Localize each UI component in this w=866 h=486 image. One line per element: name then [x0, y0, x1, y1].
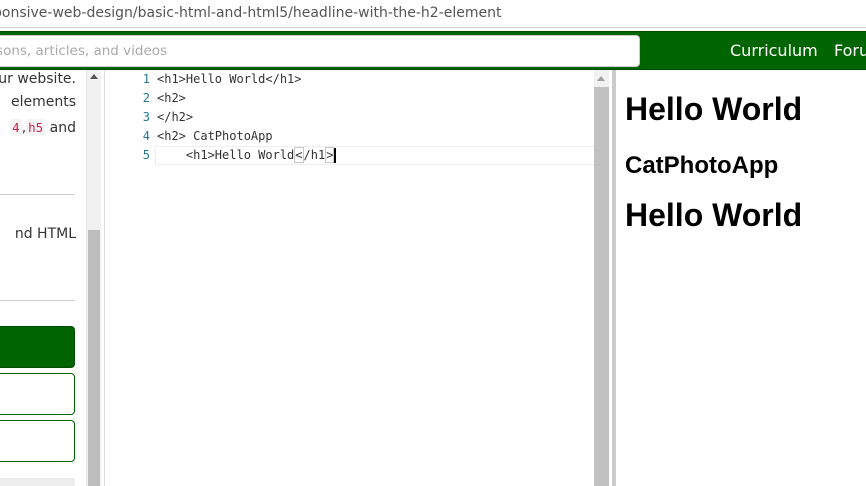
- line-number: 2: [142, 91, 150, 105]
- instruction-text: elements: [10, 94, 76, 110]
- instruction-text: 4, h5 and: [10, 119, 76, 136]
- line-number: 1: [142, 72, 150, 86]
- preview-h1: Hello World: [625, 197, 803, 233]
- instructions-panel: ur website. elements 4, h5 and nd HTML: [0, 70, 86, 486]
- url-text: ponsive-web-design/basic-html-and-html5/…: [0, 5, 502, 21]
- line-number-gutter: 1 2 3 4 5: [105, 70, 151, 486]
- editor-scrollbar[interactable]: [594, 70, 609, 486]
- line-number: 4: [142, 129, 150, 143]
- help-button[interactable]: [0, 420, 75, 462]
- instruction-text: nd HTML: [14, 226, 76, 242]
- line-number: 3: [142, 110, 150, 124]
- scrollbar-thumb[interactable]: [594, 87, 609, 486]
- reset-button[interactable]: [0, 373, 75, 415]
- line-number: 5: [142, 148, 150, 162]
- code-snippet: h5: [26, 119, 46, 136]
- instructions-scrollbar[interactable]: [86, 70, 101, 486]
- code-line[interactable]: <h2>: [157, 89, 186, 108]
- scrollbar-thumb[interactable]: [88, 230, 100, 486]
- scroll-up-icon[interactable]: [597, 76, 605, 81]
- search-input[interactable]: ssons, articles, and videos: [0, 35, 640, 67]
- instruction-text: ur website.: [0, 71, 76, 87]
- text-cursor: [334, 148, 337, 163]
- divider: [0, 300, 75, 301]
- divider: [0, 194, 75, 195]
- nav-link-curriculum[interactable]: Curriculum: [730, 32, 818, 71]
- code-line-active[interactable]: <h1>Hello World</h1>: [157, 146, 337, 165]
- bracket-match: <: [294, 147, 304, 163]
- run-tests-button[interactable]: [0, 326, 75, 368]
- bracket-match: >: [325, 147, 335, 163]
- code-line[interactable]: </h2>: [157, 108, 193, 127]
- preview-pane: Hello World CatPhotoApp Hello World: [616, 70, 866, 486]
- code-line[interactable]: <h2> CatPhotoApp: [157, 127, 273, 146]
- nav-link-forum[interactable]: Foru: [834, 32, 866, 71]
- panel-footer: [0, 478, 75, 486]
- top-nav: ssons, articles, and videos Curriculum F…: [0, 31, 866, 70]
- code-line[interactable]: <h1>Hello World</h1>: [157, 70, 302, 89]
- code-editor[interactable]: 1 2 3 4 5 <h1>Hello World</h1> <h2> </h2…: [104, 70, 595, 486]
- code-text: /h1: [303, 148, 326, 162]
- preview-h2: CatPhotoApp: [625, 152, 779, 179]
- code-snippet: 4: [10, 119, 22, 136]
- preview-h1: Hello World: [625, 91, 803, 127]
- instruction-text: and: [45, 120, 76, 136]
- scroll-up-icon[interactable]: [90, 74, 98, 79]
- search-placeholder: ssons, articles, and videos: [0, 43, 168, 59]
- browser-url-bar[interactable]: ponsive-web-design/basic-html-and-html5/…: [0, 0, 866, 28]
- code-text: <h1>Hello World: [157, 148, 295, 162]
